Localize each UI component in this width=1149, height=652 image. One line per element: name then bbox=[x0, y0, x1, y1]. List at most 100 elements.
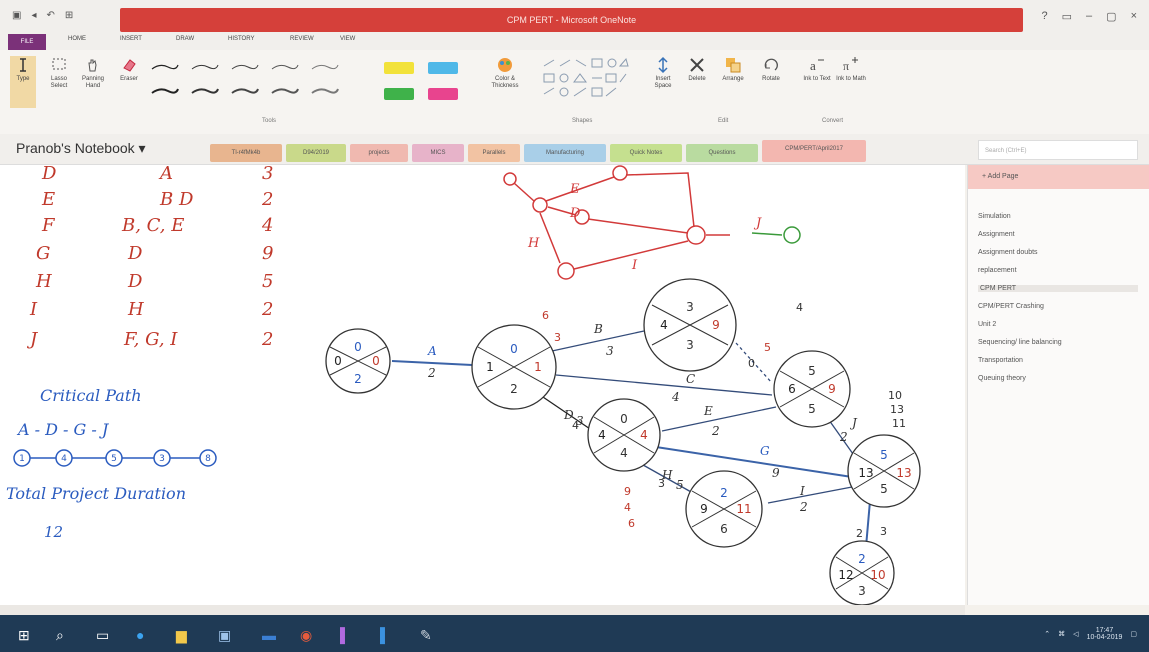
group-shapes-label: Shapes bbox=[572, 118, 593, 124]
insert-space-button[interactable]: Insert Space bbox=[650, 56, 676, 90]
ink-to-math-button[interactable]: π Ink to Math bbox=[836, 56, 866, 83]
tab-review[interactable]: REVIEW bbox=[290, 36, 314, 42]
pen-style-6[interactable] bbox=[150, 86, 180, 96]
lasso-label: Lasso Select bbox=[50, 76, 68, 89]
search-icon[interactable]: ⌕ bbox=[56, 627, 64, 644]
window-title: CPM PERT - Microsoft OneNote bbox=[120, 8, 1023, 32]
annotation-number: 2 bbox=[856, 527, 863, 540]
page-item[interactable]: Assignment bbox=[978, 231, 1015, 238]
minimize-button[interactable]: – bbox=[1086, 10, 1092, 23]
chrome-icon[interactable]: ◉ bbox=[300, 627, 312, 644]
arrange-button[interactable]: Arrange bbox=[716, 56, 750, 83]
pen-style-5[interactable] bbox=[310, 62, 340, 72]
rotate-icon bbox=[764, 58, 778, 71]
insert-space-label: Insert Space bbox=[654, 76, 672, 89]
edge-browser-icon[interactable]: ● bbox=[136, 627, 144, 643]
rotate-button[interactable]: Rotate bbox=[756, 56, 786, 83]
ribbon-display-button[interactable]: ▭ bbox=[1062, 10, 1072, 23]
pen-style-7[interactable] bbox=[190, 86, 220, 96]
horizontal-scrollbar[interactable] bbox=[0, 605, 965, 615]
row-duration: 4 bbox=[261, 215, 273, 236]
page-item[interactable]: Assignment doubts bbox=[978, 249, 1038, 256]
page-item-selected[interactable]: CPM PERT bbox=[978, 285, 1138, 292]
pen-style-8[interactable] bbox=[230, 86, 260, 96]
tab-draw[interactable]: DRAW bbox=[176, 36, 194, 42]
annotation-number: 11 bbox=[892, 417, 906, 430]
tab-home[interactable]: HOME bbox=[68, 36, 86, 42]
color-thickness-button[interactable]: Color & Thickness bbox=[484, 56, 526, 90]
eraser-button[interactable]: Eraser bbox=[116, 56, 142, 83]
pen-style-10[interactable] bbox=[310, 86, 340, 96]
help-button[interactable]: ? bbox=[1042, 10, 1048, 23]
node-es: 5 bbox=[880, 448, 888, 462]
section-tab[interactable]: Questions bbox=[686, 144, 758, 162]
tab-view[interactable]: VIEW bbox=[340, 36, 355, 42]
clock[interactable]: 17:47 10-04-2019 bbox=[1087, 627, 1123, 641]
type-tool-button[interactable]: Type bbox=[10, 56, 36, 108]
page-canvas[interactable]: D A 3 E B D 2 F B, C, E 4 G D 9 H D 5 I … bbox=[0, 165, 965, 605]
delete-button[interactable]: Delete bbox=[684, 56, 710, 83]
notebook-app-icon[interactable]: ▣ bbox=[12, 10, 21, 21]
tab-history[interactable]: HISTORY bbox=[228, 36, 254, 42]
pen-style-3[interactable] bbox=[230, 62, 260, 72]
pen-style-4[interactable] bbox=[270, 62, 300, 72]
section-tab[interactable]: Manufacturing bbox=[524, 144, 606, 162]
tab-insert[interactable]: INSERT bbox=[120, 36, 142, 42]
undo-icon[interactable]: ↶ bbox=[46, 10, 54, 21]
edge-label: 5 bbox=[676, 478, 684, 492]
page-item[interactable]: replacement bbox=[978, 267, 1017, 274]
tab-file[interactable]: FILE bbox=[8, 34, 46, 50]
section-tab[interactable]: Quick Notes bbox=[610, 144, 682, 162]
section-tab[interactable]: projects bbox=[350, 144, 408, 162]
dock-icon[interactable]: ⊞ bbox=[65, 10, 73, 21]
section-tab[interactable]: MICS bbox=[412, 144, 464, 162]
volume-icon[interactable]: ◁ bbox=[1073, 630, 1078, 638]
section-tab[interactable]: D94/2019 bbox=[286, 144, 346, 162]
back-icon[interactable]: ◂ bbox=[31, 10, 36, 21]
node-ls: 5 bbox=[808, 402, 816, 416]
annotation-number: 3 bbox=[554, 331, 561, 344]
close-button[interactable]: × bbox=[1131, 10, 1137, 23]
task-view-icon[interactable]: ▭ bbox=[96, 627, 109, 644]
panning-hand-button[interactable]: Panning Hand bbox=[78, 56, 108, 90]
red-edge-label: D bbox=[569, 206, 581, 221]
page-item[interactable]: Simulation bbox=[978, 213, 1011, 220]
lasso-select-button[interactable]: Lasso Select bbox=[44, 56, 74, 90]
mail-icon[interactable]: ▬ bbox=[262, 627, 276, 643]
pen-style-2[interactable] bbox=[190, 62, 220, 72]
add-page-button[interactable]: + Add Page bbox=[968, 165, 1149, 189]
onenote-taskbar-icon[interactable]: ▌ bbox=[340, 627, 350, 643]
page-item[interactable]: Sequencing/ line balancing bbox=[978, 339, 1062, 346]
pen-app-icon[interactable]: ✎ bbox=[420, 627, 432, 644]
notifications-icon[interactable]: ▢ bbox=[1130, 630, 1137, 638]
section-tab[interactable]: Parallels bbox=[468, 144, 520, 162]
store-icon[interactable]: ▣ bbox=[218, 627, 231, 644]
highlighter-yellow[interactable] bbox=[384, 62, 414, 74]
maximize-button[interactable]: ▢ bbox=[1106, 10, 1116, 23]
node-ls: 3 bbox=[858, 584, 866, 598]
windows-taskbar bbox=[0, 615, 1149, 652]
section-tab[interactable]: Tl-r4fMk4b bbox=[210, 144, 282, 162]
section-tab-active[interactable]: CPM/PERT/April2017 bbox=[762, 140, 866, 162]
pen-style-9[interactable] bbox=[270, 86, 300, 96]
critical-node-label: 3 bbox=[159, 454, 165, 464]
page-item[interactable]: Transportation bbox=[978, 357, 1023, 364]
highlighter-blue[interactable] bbox=[428, 62, 458, 74]
pen-style-1[interactable] bbox=[150, 62, 180, 72]
highlighter-green[interactable] bbox=[384, 88, 414, 100]
page-item[interactable]: CPM/PERT Crashing bbox=[978, 303, 1044, 310]
red-edge-label: H bbox=[527, 236, 540, 251]
notebook-name[interactable]: Pranob's Notebook ▾ bbox=[16, 140, 146, 157]
search-input[interactable]: Search (Ctrl+E) bbox=[978, 140, 1138, 160]
page-item[interactable]: Queuing theory bbox=[978, 375, 1026, 382]
group-convert-label: Convert bbox=[822, 118, 844, 124]
start-icon[interactable]: ⊞ bbox=[18, 627, 30, 644]
network-icon[interactable]: ⌘ bbox=[1058, 630, 1065, 638]
highlighter-pink[interactable] bbox=[428, 88, 458, 100]
file-explorer-icon[interactable]: ▆ bbox=[176, 627, 187, 644]
shapes-gallery[interactable] bbox=[540, 56, 630, 102]
page-item[interactable]: Unit 2 bbox=[978, 321, 996, 328]
ink-to-text-button[interactable]: a Ink to Text bbox=[802, 56, 832, 83]
word-taskbar-icon[interactable]: ▌ bbox=[380, 627, 390, 643]
tray-arrow-icon[interactable]: ⌃ bbox=[1044, 630, 1050, 638]
